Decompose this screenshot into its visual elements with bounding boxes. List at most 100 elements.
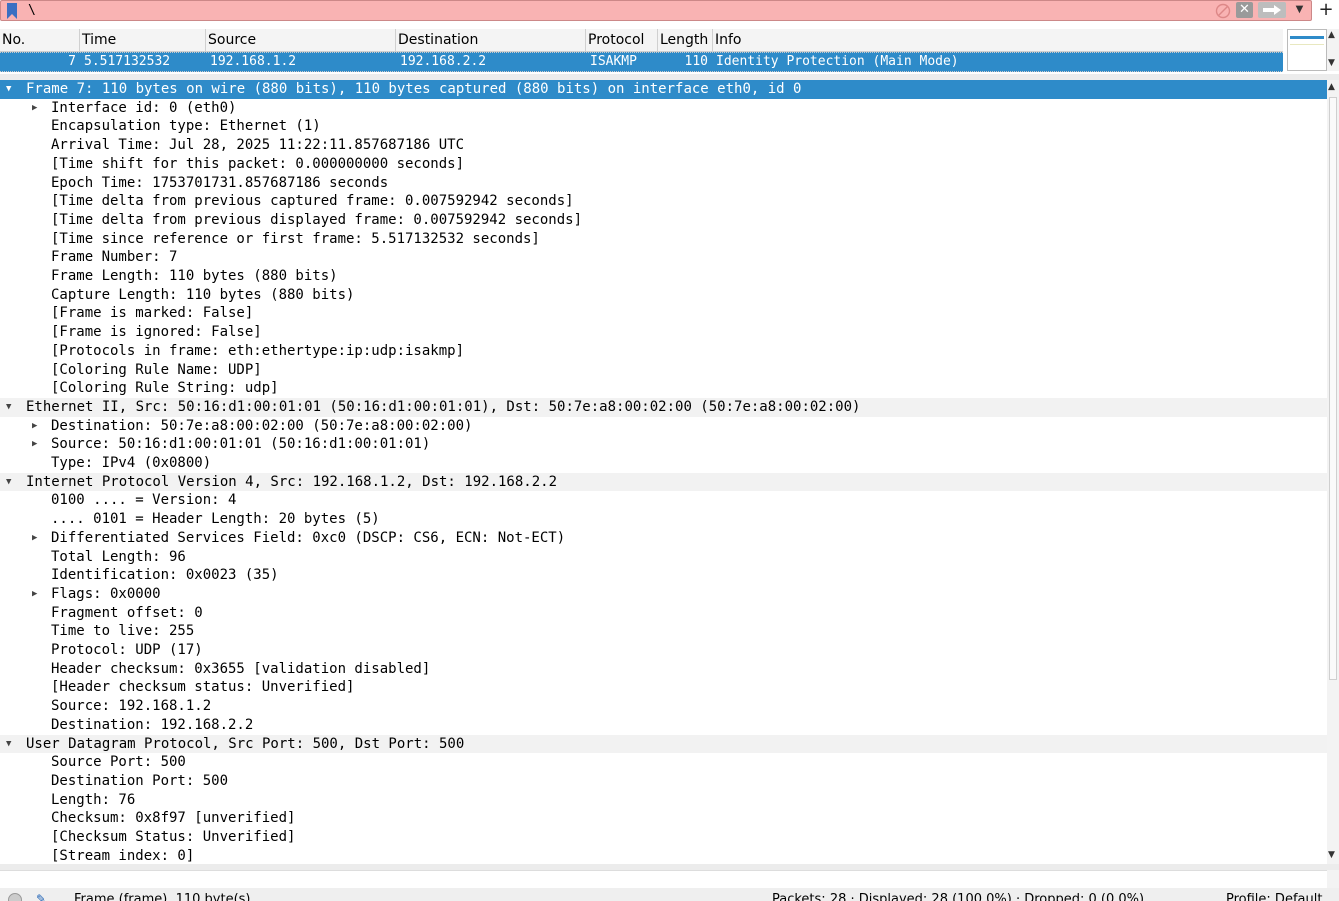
tree-node[interactable]: Destination: 192.168.2.2 [0,716,1327,735]
tree-node[interactable]: Destination Port: 500 [0,772,1327,791]
column-header-length[interactable]: Length [658,29,713,51]
clear-filter-icon[interactable] [1215,3,1231,19]
scroll-up-icon[interactable]: ▲ [1328,82,1335,92]
expand-arrow-icon[interactable]: ▶ [32,417,37,436]
tree-node-label: Time to live: 255 [51,623,195,640]
collapse-arrow-icon[interactable]: ▼ [6,80,11,99]
tree-node[interactable]: .... 0101 = Header Length: 20 bytes (5) [0,510,1327,529]
expand-arrow-icon[interactable]: ▶ [32,585,37,604]
tree-node[interactable]: [Protocols in frame: eth:ethertype:ip:ud… [0,342,1327,361]
bookmark-icon[interactable] [7,3,17,19]
tree-node-label: [Header checksum status: Unverified] [51,679,355,696]
status-frame-info: Frame (frame), 110 byte(s) [74,892,251,901]
tree-node[interactable]: [Time delta from previous captured frame… [0,192,1327,211]
cell-info: Identity Protection (Main Mode) [716,54,959,69]
status-profile[interactable]: Profile: Default [1226,893,1322,901]
scroll-down-icon[interactable]: ▼ [1328,850,1335,860]
tree-node[interactable]: [Checksum Status: Unverified] [0,828,1327,847]
tree-node[interactable]: ▶ Source: 50:16:d1:00:01:01 (50:16:d1:00:… [0,435,1327,454]
details-scrollbar-thumb[interactable] [1329,97,1337,680]
cell-source: 192.168.1.2 [210,54,297,69]
tree-node[interactable]: Source: 192.168.1.2 [0,697,1327,716]
cell-time: 5.517132532 [84,54,171,69]
cell-protocol: ISAKMP [590,54,637,69]
tree-node-ipv4[interactable]: ▼ Internet Protocol Version 4, Src: 192.1… [0,472,1327,492]
display-filter-input[interactable]: \ [0,0,1312,21]
expand-arrow-icon[interactable]: ▶ [32,435,37,454]
status-led-icon[interactable] [8,893,22,901]
tree-node-label: Destination Port: 500 [51,772,229,789]
close-icon[interactable]: ✕ [1236,2,1253,18]
tree-node[interactable]: Length: 76 [0,791,1327,810]
column-header-time[interactable]: Time [80,29,206,51]
collapse-arrow-icon[interactable]: ▼ [6,398,11,417]
column-header-protocol[interactable]: Protocol [586,29,658,51]
tree-node[interactable]: Protocol: UDP (17) [0,641,1327,660]
tree-node[interactable]: Time to live: 255 [0,622,1327,641]
tree-node-label: Ethernet II, Src: 50:16:d1:00:01:01 (50:… [26,398,861,415]
tree-node[interactable]: [Coloring Rule Name: UDP] [0,361,1327,380]
tree-node[interactable]: ▶ Flags: 0x0000 [0,585,1327,604]
tree-node[interactable]: [Stream index: 0] [0,847,1327,864]
filter-text: \ [28,3,36,18]
tree-node[interactable]: [Time since reference or first frame: 5.… [0,230,1327,249]
expand-arrow-icon[interactable]: ▶ [32,99,37,118]
tree-node[interactable]: ▶ Differentiated Services Field: 0xc0 (DS… [0,529,1327,548]
tree-node[interactable]: Identification: 0x0023 (35) [0,566,1327,585]
apply-arrow-icon[interactable] [1258,2,1286,18]
tree-node-label: Identification: 0x0023 (35) [51,567,279,584]
tree-node-ethernet[interactable]: ▼ Ethernet II, Src: 50:16:d1:00:01:01 (50… [0,397,1327,417]
tree-node-label: Frame Length: 110 bytes (880 bits) [51,268,338,284]
tree-node[interactable]: Frame Number: 7 [0,248,1327,267]
tree-node[interactable]: Type: IPv4 (0x0800) [0,454,1327,473]
packet-minimap[interactable] [1287,29,1327,71]
packet-list-header: No. Time Source Destination Protocol Len… [0,29,1283,52]
tree-node[interactable]: Fragment offset: 0 [0,604,1327,623]
tree-node[interactable]: [Time shift for this packet: 0.000000000… [0,155,1327,174]
tree-node-label: Type: IPv4 (0x0800) [51,455,212,471]
scroll-up-icon[interactable]: ▲ [1328,30,1335,40]
tree-node[interactable]: [Frame is ignored: False] [0,323,1327,342]
tree-node[interactable]: Arrival Time: Jul 28, 2025 11:22:11.8576… [0,136,1327,155]
scroll-down-icon[interactable]: ▼ [1328,58,1335,68]
edit-comment-icon[interactable]: ✎ [36,892,46,901]
tree-node[interactable]: Capture Length: 110 bytes (880 bits) [0,286,1327,305]
tree-node[interactable]: [Frame is marked: False] [0,304,1327,323]
tree-node-label: [Protocols in frame: eth:ethertype:ip:ud… [51,342,465,359]
expand-arrow-icon[interactable]: ▶ [32,529,37,548]
packet-row[interactable]: 7 5.517132532 192.168.1.2 192.168.2.2 IS… [0,52,1283,72]
plus-icon[interactable]: + [1314,0,1338,21]
packet-list: No. Time Source Destination Protocol Len… [0,29,1283,73]
tree-node[interactable]: Checksum: 0x8f97 [unverified] [0,809,1327,828]
tree-node-label: Flags: 0x0000 [51,585,161,602]
column-header-no[interactable]: No. [0,29,80,51]
tree-node[interactable]: Header checksum: 0x3655 [validation disa… [0,660,1327,679]
packet-bytes-pane[interactable] [0,870,1327,889]
tree-node-label: Destination: 192.168.2.2 [51,716,254,733]
collapse-arrow-icon[interactable]: ▼ [6,473,11,492]
chevron-down-icon[interactable]: ▼ [1290,1,1309,19]
tree-node-frame[interactable]: ▼ Frame 7: 110 bytes on wire (880 bits), … [0,80,1327,99]
display-filter-toolbar: \ ✕ ▼ + [0,0,1339,22]
tree-node[interactable]: Epoch Time: 1753701731.857687186 seconds [0,174,1327,193]
tree-node[interactable]: 0100 .... = Version: 4 [0,491,1327,510]
collapse-arrow-icon[interactable]: ▼ [6,735,11,754]
minimap-selected-mark [1290,36,1324,39]
column-header-info[interactable]: Info [713,29,1283,51]
tree-node[interactable]: [Coloring Rule String: udp] [0,379,1327,398]
tree-node-label: [Checksum Status: Unverified] [51,829,296,845]
column-header-source[interactable]: Source [206,29,396,51]
tree-node[interactable]: [Time delta from previous displayed fram… [0,211,1327,230]
tree-node[interactable]: [Header checksum status: Unverified] [0,678,1327,697]
tree-node[interactable]: Encapsulation type: Ethernet (1) [0,117,1327,136]
tree-node-label: Checksum: 0x8f97 [unverified] [51,810,296,827]
tree-node[interactable]: Frame Length: 110 bytes (880 bits) [0,267,1327,286]
tree-node[interactable]: ▶ Interface id: 0 (eth0) [0,99,1327,118]
tree-node-udp[interactable]: ▼ User Datagram Protocol, Src Port: 500, … [0,734,1327,754]
tree-node[interactable]: ▶ Destination: 50:7e:a8:00:02:00 (50:7e:a… [0,417,1327,436]
bytes-scrollbar[interactable] [1327,870,1339,888]
tree-node[interactable]: Source Port: 500 [0,753,1327,772]
tree-node-label: Total Length: 96 [51,548,186,565]
column-header-destination[interactable]: Destination [396,29,586,51]
tree-node[interactable]: Total Length: 96 [0,548,1327,567]
